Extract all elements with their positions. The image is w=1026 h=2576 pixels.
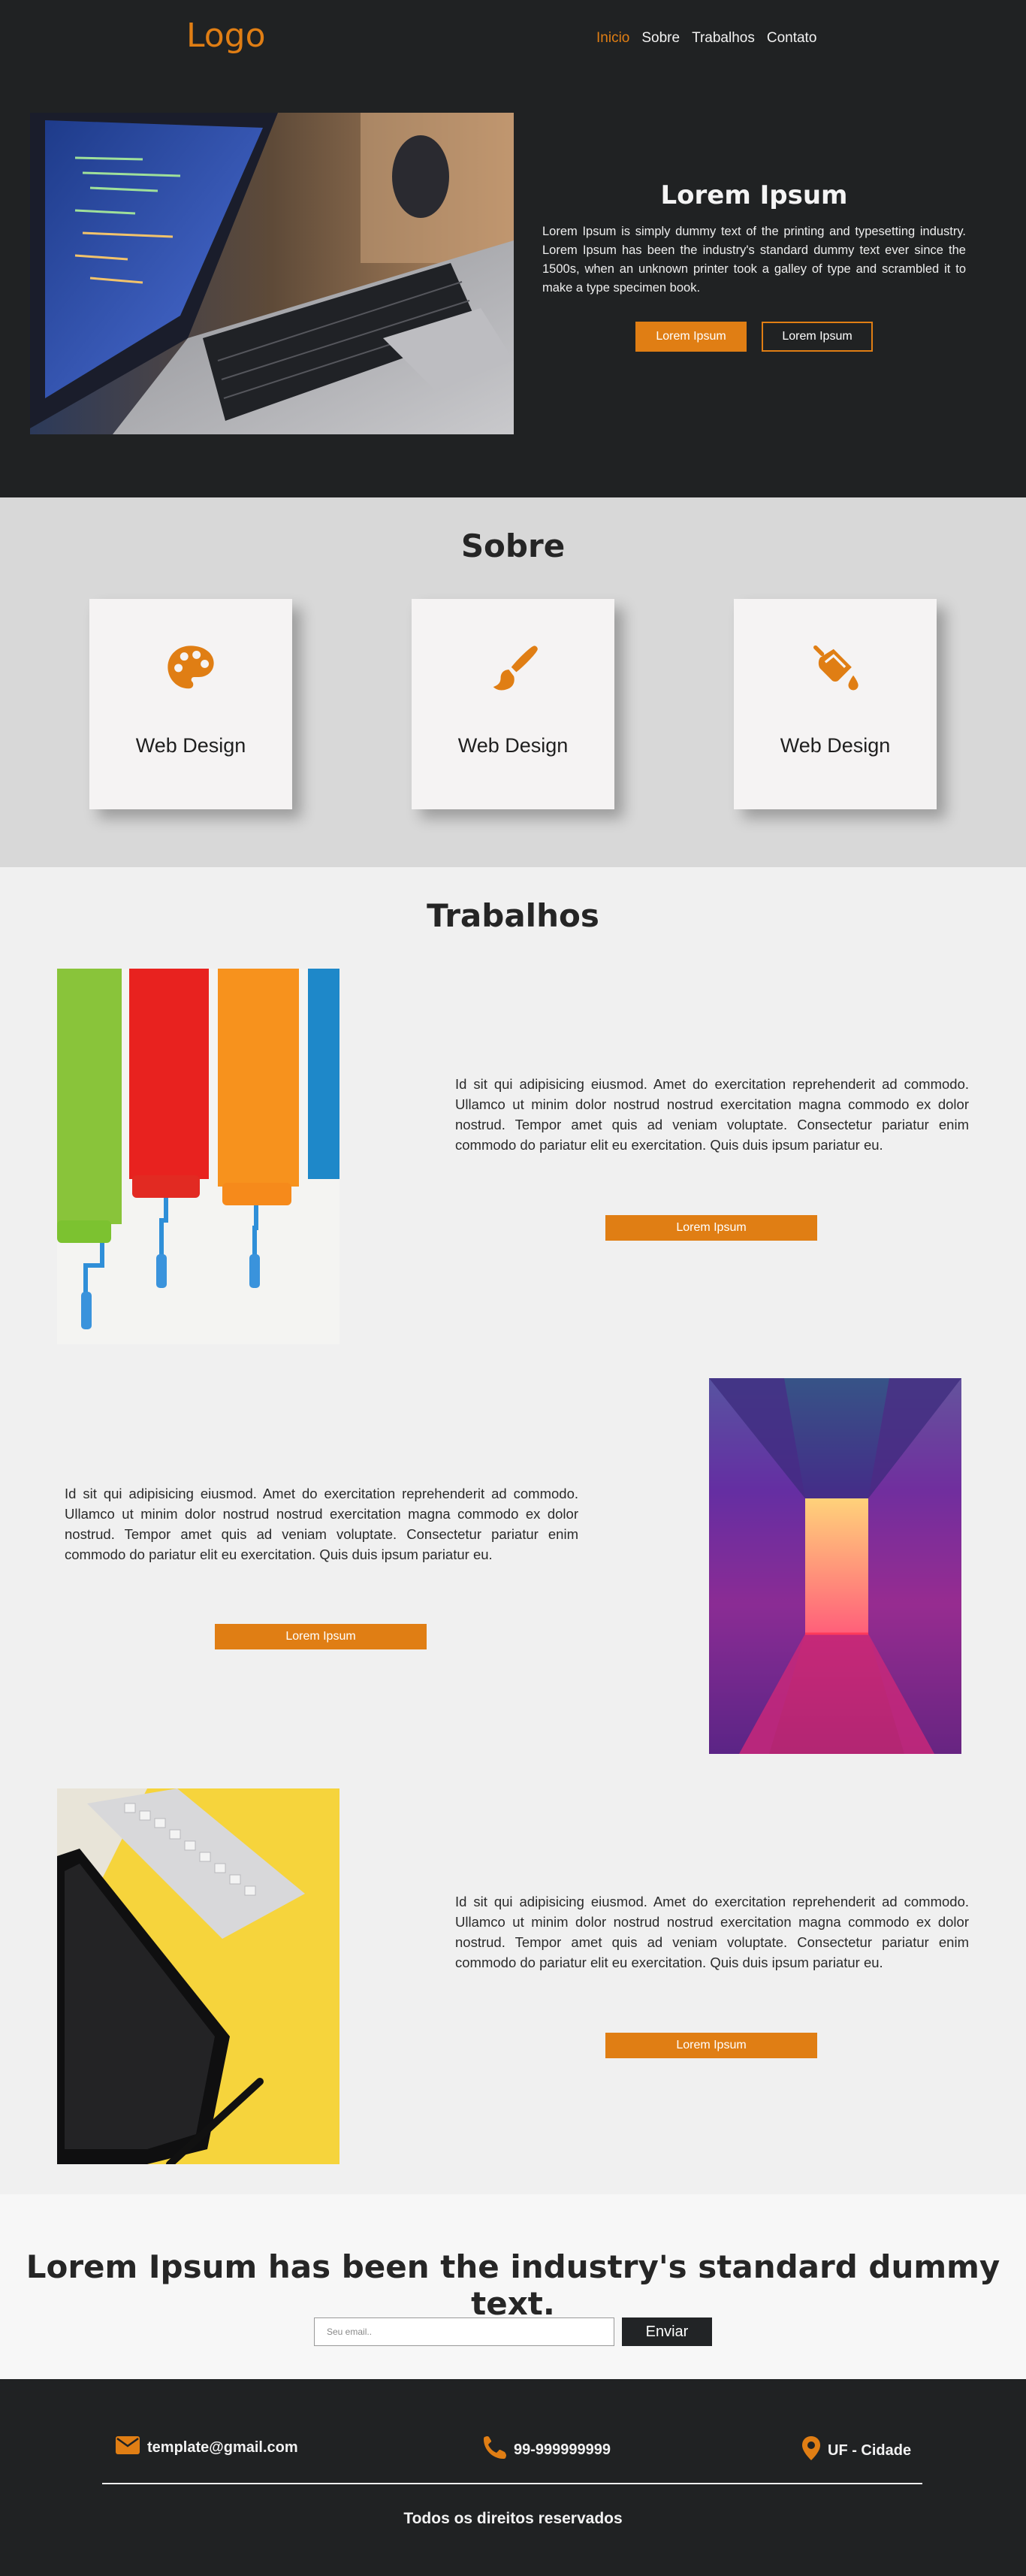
footer-email[interactable]: template@gmail.com [116, 2436, 298, 2459]
service-card-2: Web Design [412, 599, 614, 809]
footer-location[interactable]: UF - Cidade [802, 2436, 911, 2465]
newsletter-section: Lorem Ipsum has been the industry's stan… [0, 2194, 1026, 2379]
footer-phone[interactable]: 99-999999999 [484, 2436, 611, 2463]
work-description-3: Id sit qui adipisicing eiusmod. Amet do … [455, 1894, 969, 1970]
service-card-1: Web Design [89, 599, 292, 809]
hero-section: Logo Inicio Sobre Trabalhos Contato Lore… [0, 0, 1026, 497]
palette-icon [89, 642, 292, 695]
service-card-3: Web Design [734, 599, 937, 809]
map-pin-icon [802, 2436, 820, 2465]
service-card-label: Web Design [780, 734, 891, 757]
trabalhos-title: Trabalhos [427, 897, 599, 934]
footer-email-text: template@gmail.com [147, 2438, 298, 2456]
sobre-section: Sobre Web Design Web Design Web Design [0, 497, 1026, 867]
send-button[interactable]: Enviar [622, 2317, 712, 2346]
service-card-label: Web Design [457, 734, 569, 757]
site-logo[interactable]: Logo [186, 17, 266, 55]
hero-title: Lorem Ipsum [660, 180, 848, 210]
work-button-1[interactable]: Lorem Ipsum [605, 1215, 817, 1241]
paint-bucket-icon [734, 642, 937, 695]
main-nav: Inicio Sobre Trabalhos Contato [596, 30, 816, 47]
hero-buttons: Lorem Ipsum Lorem Ipsum [542, 322, 966, 352]
hero-description: Lorem Ipsum is simply dummy text of the … [542, 225, 966, 295]
footer: template@gmail.com 99-999999999 UF - Cid… [0, 2379, 1026, 2576]
hero-laptop-image [30, 113, 514, 434]
footer-location-text: UF - Cidade [828, 2441, 912, 2459]
nav-link-sobre[interactable]: Sobre [641, 30, 680, 47]
footer-divider [102, 2483, 922, 2484]
trabalhos-section: Trabalhos Id sit qui adipisicing eiusmod [0, 867, 1026, 2194]
paintbrush-icon [412, 642, 614, 695]
envelope-icon [116, 2436, 140, 2459]
footer-phone-text: 99-999999999 [514, 2441, 611, 2458]
hero-content: Lorem Ipsum Lorem Ipsum is simply dummy … [542, 180, 966, 352]
copyright-text: Todos os direitos reservados [403, 2510, 623, 2527]
hero-secondary-button[interactable]: Lorem Ipsum [762, 322, 873, 352]
service-card-label: Web Design [135, 734, 246, 757]
newsletter-title: Lorem Ipsum has been the industry's stan… [26, 2248, 1000, 2322]
work-description-1: Id sit qui adipisicing eiusmod. Amet do … [455, 1076, 969, 1153]
nav-link-inicio[interactable]: Inicio [596, 30, 629, 47]
sobre-title: Sobre [460, 528, 566, 564]
hero-primary-button[interactable]: Lorem Ipsum [635, 322, 747, 352]
keyboard-tablet-image [57, 1788, 339, 2164]
email-input[interactable] [314, 2317, 614, 2346]
phone-icon [484, 2436, 506, 2463]
nav-link-trabalhos[interactable]: Trabalhos [692, 30, 755, 47]
work-button-3[interactable]: Lorem Ipsum [605, 2033, 817, 2058]
neon-corridor-image [709, 1378, 961, 1754]
paint-rollers-image [57, 969, 339, 1344]
work-button-2[interactable]: Lorem Ipsum [215, 1624, 427, 1649]
work-description-2: Id sit qui adipisicing eiusmod. Amet do … [65, 1486, 578, 1562]
nav-link-contato[interactable]: Contato [767, 30, 817, 47]
